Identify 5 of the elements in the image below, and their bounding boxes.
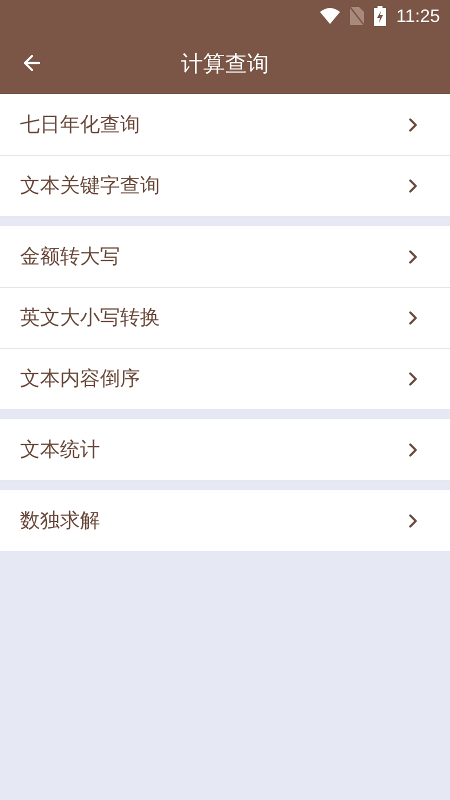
status-time: 11:25 (396, 4, 440, 28)
page-title: 计算查询 (181, 50, 269, 78)
wifi-icon (320, 8, 340, 24)
battery-charging-icon (374, 6, 386, 26)
no-sim-icon (350, 7, 364, 25)
